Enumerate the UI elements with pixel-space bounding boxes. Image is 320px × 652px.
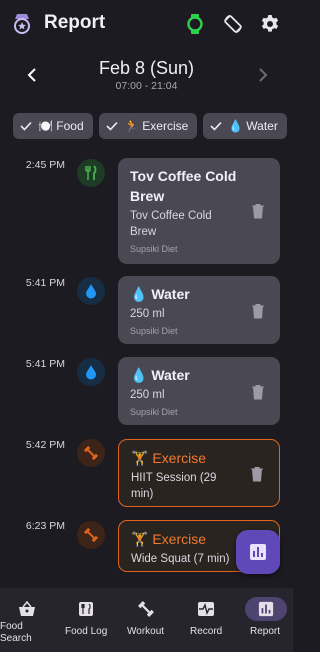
basket-icon [19,601,35,616]
timeline-marker-exercise [77,521,105,549]
dumbbell-icon [83,527,99,543]
entry-description: Tov Coffee Cold Brew [130,210,212,238]
entry-description: HIIT Session (29 min) [131,472,217,500]
gear-icon[interactable] [259,13,281,35]
nav-icon-container-active [245,597,287,621]
filter-chip-water[interactable]: 💧 Water [203,113,287,139]
entry-time: 5:41 PM [25,358,65,370]
filter-chip-label: 🍽️ Food [38,119,84,133]
water-drop-icon [86,284,96,299]
filter-chip-label: 🏃 Exercise [124,119,189,133]
date-time-range: 07:00 - 21:04 [115,80,178,92]
timeline-marker-water [77,277,105,305]
nav-label: Record [190,626,223,637]
entry-description: 250 ml [130,389,165,401]
check-icon [20,121,32,131]
check-icon [106,121,118,131]
entry-source: Supsiki Diet [130,326,178,336]
page-title: Report [44,12,106,33]
delete-icon[interactable] [250,466,264,482]
chevron-right-icon[interactable] [251,64,273,86]
delete-icon[interactable] [251,303,265,319]
nav-item-food-log[interactable]: Food Log [59,588,115,652]
timeline-marker-food [77,159,105,187]
nav-item-report[interactable]: Report [238,588,293,652]
filter-chip-food[interactable]: 🍽️ Food [13,113,93,139]
delete-icon[interactable] [251,384,265,400]
timeline-marker-water [77,358,105,386]
timeline-card-water[interactable]: 💧 Water 250 ml Supsiki Diet [118,276,280,344]
entry-time: 2:45 PM [25,159,65,171]
bar-chart-icon [258,601,274,617]
nav-label: Food Search [0,621,32,644]
fork-knife-icon [85,165,97,180]
nav-icon-container [188,597,224,621]
bottom-navigation: Food Search Food Log Workout Record Repo… [0,588,293,652]
nav-label: Report [250,626,281,637]
entry-source: Supsiki Diet [130,407,178,417]
entry-source: Supsiki Diet [130,244,178,254]
selected-date[interactable]: Feb 8 (Sun) [0,58,293,79]
entry-title: 💧 Water [130,367,190,383]
nav-item-workout[interactable]: Workout [118,588,174,652]
rotate-screen-icon[interactable] [222,13,244,35]
entry-description: 250 ml [130,308,165,320]
nav-item-record[interactable]: Record [178,588,234,652]
watch-icon[interactable] [184,13,206,35]
nav-icon-container [9,597,45,621]
check-icon [210,121,222,131]
entry-title: 🏋️ Exercise [131,450,207,466]
timeline-card-food[interactable]: Tov Coffee Cold Brew Tov Coffee Cold Bre… [118,158,280,264]
entry-time: 5:42 PM [25,439,65,451]
timeline-card-water[interactable]: 💧 Water 250 ml Supsiki Diet [118,357,280,425]
entry-time: 5:41 PM [25,277,65,289]
food-log-icon [79,602,93,616]
report-fab-button[interactable] [236,530,280,574]
dumbbell-icon [138,601,154,617]
entry-title: 💧 Water [130,286,190,302]
bar-chart-icon [250,544,266,560]
nav-icon-container [128,597,164,621]
nav-label: Workout [127,626,165,637]
award-icon[interactable] [12,13,32,35]
heartbeat-icon [198,602,214,616]
filter-chip-exercise[interactable]: 🏃 Exercise [99,113,197,139]
dumbbell-icon [83,445,99,461]
nav-icon-container [68,597,104,621]
timeline-marker-exercise [77,439,105,467]
nav-label: Food Log [65,626,108,637]
nav-item-food-search[interactable]: Food Search [0,588,56,652]
entry-time: 6:23 PM [25,520,65,532]
delete-icon[interactable] [251,203,265,219]
water-drop-icon [86,365,96,380]
timeline-card-exercise[interactable]: 🏋️ Exercise HIIT Session (29 min) [118,439,280,507]
entry-title: Tov Coffee Cold Brew [130,168,237,204]
app-header: Report [0,0,293,48]
filter-chip-label: 💧 Water [228,119,278,133]
